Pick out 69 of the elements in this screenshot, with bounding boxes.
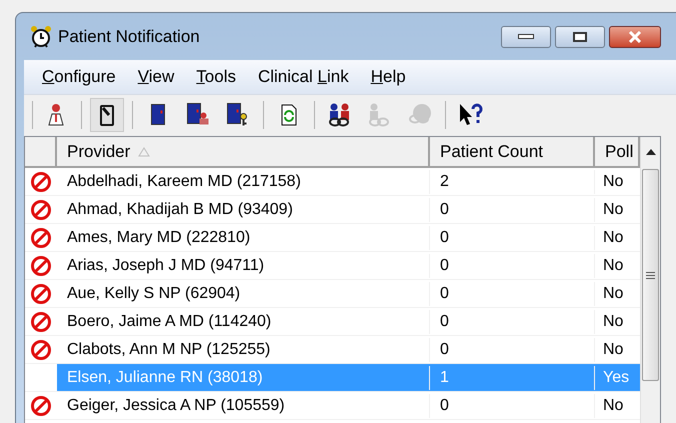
window-title: Patient Notification [58,26,200,48]
maximize-icon [573,32,587,42]
door-key-icon [227,103,249,126]
table-row[interactable]: Geiger, Jessica A NP (105559) 0 No [25,392,640,420]
sort-ascending-icon [138,146,150,156]
minimize-button[interactable] [501,26,551,48]
menu-item[interactable]: View [138,64,174,90]
table-cell: 0 [440,340,449,358]
table-row[interactable]: Aue, Kelly S NP (62904) 0 No [25,280,640,308]
table-cell: No [603,200,624,218]
table-cell: No [603,396,624,414]
table-cell: Geiger, Jessica A NP (105559) [67,396,285,414]
table-cell: 2 [440,172,449,190]
table-cell: 0 [440,228,449,246]
menu-item[interactable]: Tools [196,64,236,90]
table-cell: Ahmad, Khadijah B MD (93409) [67,200,293,218]
table-row[interactable]: Arias, Joseph J MD (94711) 0 No [25,252,640,280]
table-cell: Aue, Kelly S NP (62904) [67,284,240,302]
grip-icon [646,272,655,278]
table-cell: Arias, Joseph J MD (94711) [67,256,264,274]
door-icon [151,104,165,125]
vertical-scrollbar[interactable] [640,137,660,423]
column-header[interactable]: Patient Count [430,137,595,166]
table-cell: 1 [440,368,449,386]
menu-item[interactable]: Clinical Link [258,64,349,90]
table-cell: No [603,284,624,302]
table-cell: 0 [440,200,449,218]
menu-item[interactable]: Configure [42,64,116,90]
prohibited-icon [30,254,52,276]
prohibited-icon [30,310,52,332]
menu-item[interactable]: Help [370,64,406,90]
table-cell: 0 [440,312,449,330]
table-cell: 0 [440,256,449,274]
maximize-button[interactable] [555,26,605,48]
table-cell: 0 [440,396,449,414]
table-cell: Boero, Jaime A MD (114240) [67,312,272,330]
table-cell: No [603,312,624,330]
minimize-icon [518,34,534,39]
close-button[interactable] [609,26,661,48]
scroll-thumb[interactable] [642,169,659,381]
table-cell: Elsen, Julianne RN (38018) [67,368,263,386]
table-cell: No [603,340,624,358]
table-cell: Abdelhadi, Kareem MD (217158) [67,172,301,190]
table-cell: Yes [603,368,630,386]
table-cell: Clabots, Ann M NP (125255) [67,340,270,358]
table-row[interactable]: Abdelhadi, Kareem MD (217158) 2 No [25,168,640,196]
prohibited-icon [30,282,52,304]
prohibited-icon [30,338,52,360]
table-cell: No [603,172,624,190]
table-cell: No [603,256,624,274]
handheld-icon [97,102,117,126]
prohibited-icon [30,198,52,220]
help-pointer-icon [458,102,484,128]
prohibited-icon [30,170,52,192]
prohibited-icon [30,226,52,248]
toolbar-button[interactable] [90,98,124,132]
refresh-icon [279,102,299,126]
table-cell: 0 [440,284,449,302]
table-row[interactable]: Ames, Mary MD (222810) 0 No [25,224,640,252]
table-cell: Ames, Mary MD (222810) [67,228,250,246]
close-icon [628,30,642,42]
scroll-up-icon [646,149,656,155]
column-header[interactable]: Provider [57,137,430,166]
table-cell: No [603,228,624,246]
prohibited-icon [30,394,52,416]
table-row[interactable]: Boero, Jaime A MD (114240) 0 No [25,308,640,336]
alarm-clock-icon [30,24,52,48]
door-people-icon [187,103,209,126]
table-row[interactable]: Ahmad, Khadijah B MD (93409) 0 No [25,196,640,224]
